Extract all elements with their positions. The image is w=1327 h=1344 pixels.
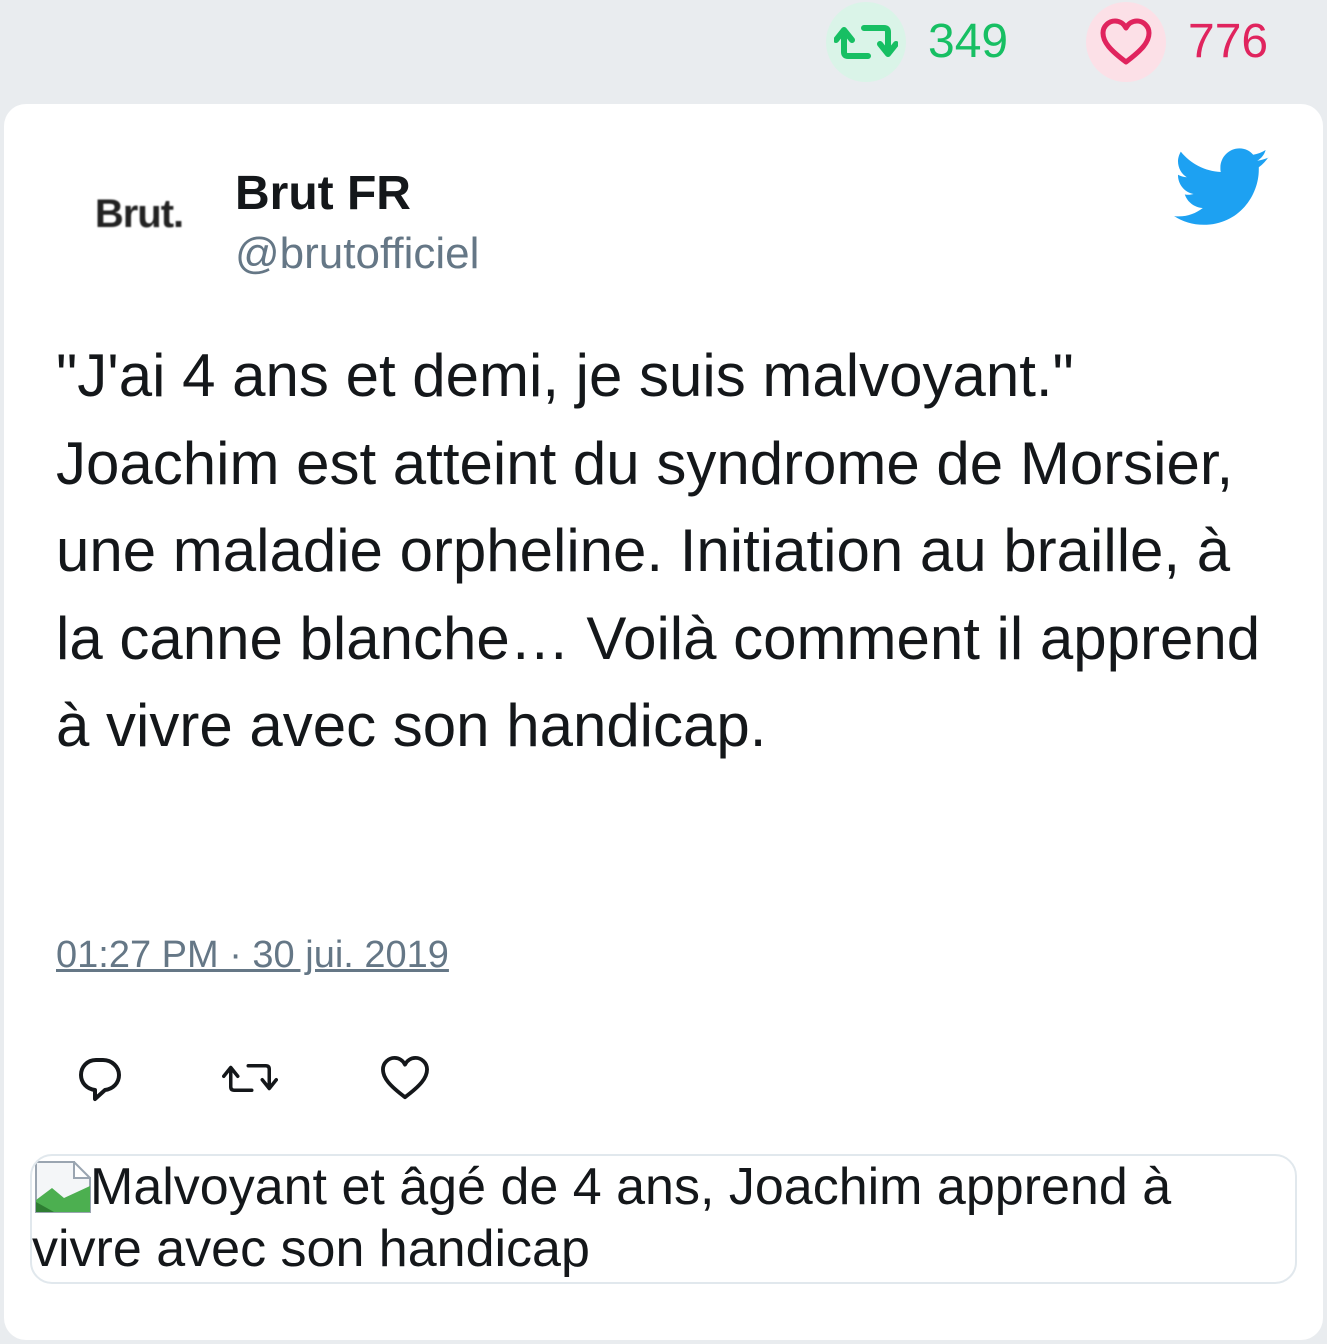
avatar[interactable]: Brut. [74, 164, 204, 264]
tweet-timestamp[interactable]: 01:27 PM · 30 jui. 2019 [56, 932, 449, 978]
retweet-stat-icon[interactable] [826, 2, 906, 82]
twitter-bird-icon[interactable] [1174, 148, 1270, 228]
avatar-logo-text: Brut. [94, 191, 184, 236]
heart-icon [381, 1055, 429, 1100]
like-button[interactable] [377, 1050, 433, 1106]
reply-button[interactable] [72, 1050, 128, 1106]
like-count: 776 [1188, 15, 1269, 68]
link-preview-card[interactable]: Malvoyant et âgé de 4 ans, Joachim appre… [30, 1154, 1297, 1284]
heart-icon [1100, 18, 1152, 65]
tweet-stats: 349 776 [0, 0, 1327, 100]
like-stat-icon[interactable] [1086, 2, 1166, 82]
author-name[interactable]: Brut FR [235, 166, 411, 222]
reply-icon [79, 1058, 121, 1101]
retweet-count: 349 [928, 15, 1009, 68]
retweet-icon [222, 1064, 278, 1092]
retweet-icon [834, 25, 898, 59]
link-preview-alt-text: Malvoyant et âgé de 4 ans, Joachim appre… [32, 1158, 1172, 1278]
author-handle[interactable]: @brutofficiel [235, 228, 479, 280]
retweet-button[interactable] [222, 1050, 278, 1106]
tweet-body: "J'ai 4 ans et demi, je suis malvoyant."… [56, 342, 1261, 759]
tweet-card: Brut. Brut FR @brutofficiel "J'ai 4 ans … [4, 104, 1323, 1340]
